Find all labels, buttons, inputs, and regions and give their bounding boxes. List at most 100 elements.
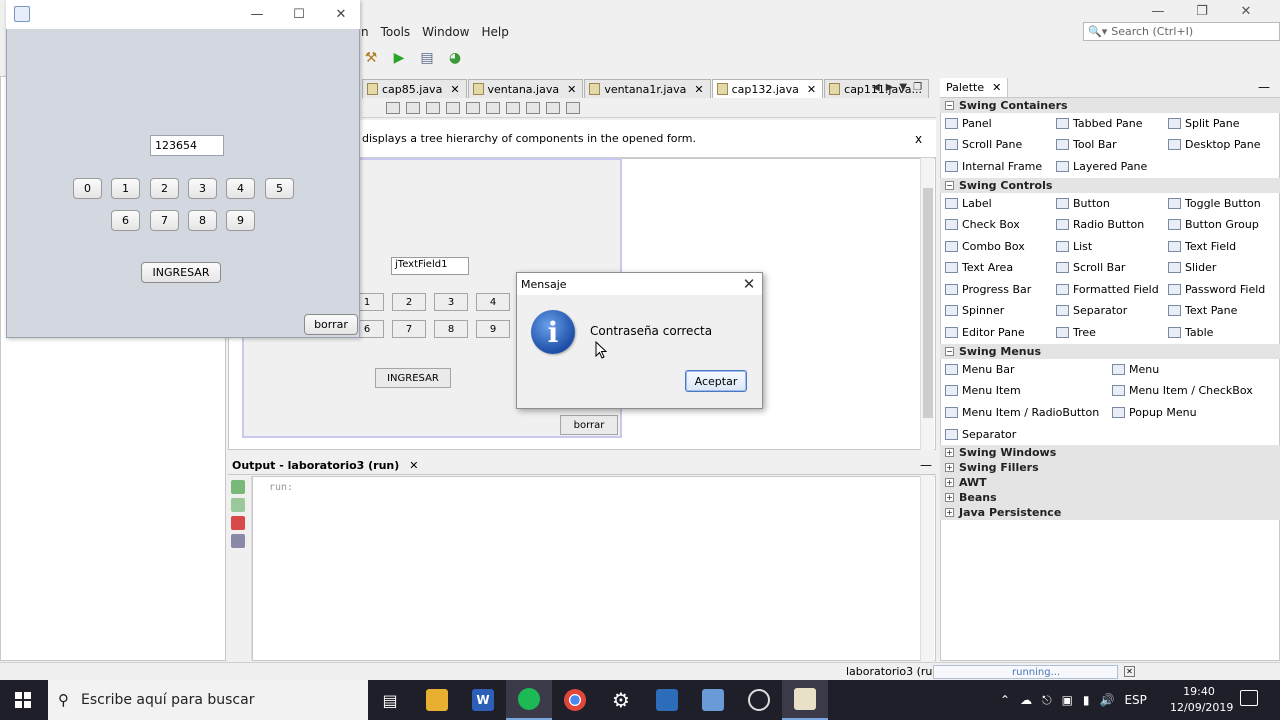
palette-item[interactable]: Text Area xyxy=(945,257,1013,277)
output-tab[interactable]: Output - laboratorio3 (run) ✕ xyxy=(228,456,936,475)
key-button-2[interactable]: 2 xyxy=(150,178,179,199)
password-field[interactable]: 123654 xyxy=(150,135,224,156)
chevron-up-icon[interactable]: ⌃ xyxy=(1000,693,1010,707)
palette-item[interactable]: Tree xyxy=(1056,322,1096,342)
settings-icon[interactable] xyxy=(231,534,245,548)
align-center-icon[interactable] xyxy=(486,101,500,114)
palette-item[interactable]: Separator xyxy=(945,424,1016,444)
palette-item[interactable]: Password Field xyxy=(1168,279,1265,299)
cancel-task-icon[interactable]: ✕ xyxy=(1124,666,1135,677)
taskbar-chrome[interactable] xyxy=(552,680,598,720)
align-bottom-icon[interactable] xyxy=(526,101,540,114)
taskbar-word[interactable]: W xyxy=(460,680,506,720)
palette-item[interactable]: Desktop Pane xyxy=(1168,134,1260,154)
design-ingresar-button[interactable]: INGRESAR xyxy=(375,368,451,388)
palette-item[interactable]: Tabbed Pane xyxy=(1056,113,1142,133)
palette-item[interactable]: Table xyxy=(1168,322,1213,342)
chevron-right-icon[interactable]: ▶ xyxy=(886,82,894,93)
palette-item[interactable]: Internal Frame xyxy=(945,156,1042,176)
design-button[interactable]: 3 xyxy=(434,293,468,311)
restore-icon[interactable]: ❐ xyxy=(1180,0,1224,22)
restore-icon[interactable]: ❐ xyxy=(913,82,922,93)
close-icon[interactable]: ✕ xyxy=(807,83,816,96)
minimize-icon[interactable]: — xyxy=(236,4,278,24)
palette-item[interactable]: Text Pane xyxy=(1168,300,1237,320)
palette-item[interactable]: List xyxy=(1056,236,1092,256)
volume-icon[interactable]: 🔊 xyxy=(1100,693,1115,707)
key-button-8[interactable]: 8 xyxy=(188,210,217,231)
palette-category-swing-controls[interactable]: − Swing Controls xyxy=(940,178,1280,193)
ingresar-button[interactable]: INGRESAR xyxy=(141,262,221,283)
key-button-0[interactable]: 0 xyxy=(73,178,102,199)
palette-item[interactable]: Menu Bar xyxy=(945,359,1015,379)
close-icon[interactable]: ✕ xyxy=(567,83,576,96)
palette-category-swing-menus[interactable]: − Swing Menus xyxy=(940,344,1280,359)
tab-ventana[interactable]: ventana.java ✕ xyxy=(467,79,584,98)
close-icon[interactable]: ✕ xyxy=(1224,0,1268,22)
palette-item[interactable]: Split Pane xyxy=(1168,113,1240,133)
language-indicator[interactable]: ESP xyxy=(1124,693,1146,707)
palette-category-java-persistence[interactable]: + Java Persistence xyxy=(940,505,1280,520)
chevron-left-icon[interactable]: ◀ xyxy=(872,82,880,93)
palette-category-awt[interactable]: + AWT xyxy=(940,475,1280,490)
palette-item[interactable]: Slider xyxy=(1168,257,1216,277)
minimize-icon[interactable]: — xyxy=(920,458,932,472)
palette-item[interactable]: Button xyxy=(1056,193,1110,213)
palette-item[interactable]: Menu xyxy=(1112,359,1159,379)
battery-icon[interactable]: ▮ xyxy=(1083,693,1090,707)
ide-search-box[interactable]: 🔍▾ Search (Ctrl+I) xyxy=(1083,22,1280,41)
close-icon[interactable]: ✕ xyxy=(409,459,418,472)
palette-item[interactable]: Tool Bar xyxy=(1056,134,1117,154)
design-scrollbar[interactable] xyxy=(920,158,934,450)
design-text-field[interactable]: jTextField1 xyxy=(391,257,469,275)
stop-icon[interactable] xyxy=(231,516,245,530)
notification-icon[interactable] xyxy=(1240,690,1258,706)
tab-cap85[interactable]: cap85.java ✕ xyxy=(362,79,467,98)
palette-item[interactable]: Combo Box xyxy=(945,236,1025,256)
palette-item[interactable]: Check Box xyxy=(945,214,1020,234)
palette-item[interactable]: Progress Bar xyxy=(945,279,1031,299)
palette-item[interactable]: Menu Item / RadioButton xyxy=(945,402,1099,422)
align-top-icon[interactable] xyxy=(506,101,520,114)
output-console[interactable]: run: xyxy=(252,476,936,661)
taskbar-search[interactable]: ⚲ Escribe aquí para buscar xyxy=(48,680,368,720)
palette-item[interactable]: Menu Item xyxy=(945,380,1021,400)
close-icon[interactable]: ✕ xyxy=(740,274,758,294)
palette-item[interactable]: Formatted Field xyxy=(1056,279,1159,299)
close-icon[interactable]: ✕ xyxy=(320,4,362,24)
start-button[interactable] xyxy=(0,680,46,720)
palette-item[interactable]: Scroll Bar xyxy=(1056,257,1125,277)
key-button-9[interactable]: 9 xyxy=(226,210,255,231)
design-button[interactable]: 2 xyxy=(392,293,426,311)
palette-item[interactable]: Separator xyxy=(1056,300,1127,320)
taskbar-settings[interactable]: ⚙ xyxy=(598,680,644,720)
usb-icon[interactable]: ⎋ xyxy=(1042,693,1052,708)
tab-ventana1r[interactable]: ventana1r.java ✕ xyxy=(584,79,711,98)
connection-mode-icon[interactable] xyxy=(406,101,420,114)
taskbar-clock[interactable]: 19:40 12/09/2019 xyxy=(1170,684,1233,716)
key-button-3[interactable]: 3 xyxy=(188,178,217,199)
taskbar-file-explorer[interactable] xyxy=(414,680,460,720)
close-icon[interactable]: ✕ xyxy=(450,83,459,96)
rerun-icon[interactable] xyxy=(231,480,245,494)
align-right-icon[interactable] xyxy=(466,101,480,114)
design-button[interactable]: 7 xyxy=(392,320,426,338)
menu-item-tools[interactable]: Tools xyxy=(380,25,412,39)
maximize-icon[interactable]: ☐ xyxy=(278,4,320,24)
run-icon[interactable]: ▶ xyxy=(390,49,408,67)
hint-close-button[interactable]: x xyxy=(915,132,922,146)
security-icon[interactable]: ▣ xyxy=(1062,693,1073,707)
palette-item[interactable]: Text Field xyxy=(1168,236,1236,256)
minimize-icon[interactable]: — xyxy=(1136,0,1180,22)
tab-cap132[interactable]: cap132.java ✕ xyxy=(711,79,824,98)
design-button[interactable]: 8 xyxy=(434,320,468,338)
palette-item[interactable]: Spinner xyxy=(945,300,1004,320)
close-icon[interactable]: ✕ xyxy=(992,81,1001,94)
profile-icon[interactable]: ◕ xyxy=(446,49,464,67)
align-left-icon[interactable] xyxy=(446,101,460,114)
palette-item[interactable]: Label xyxy=(945,193,992,213)
resize-horizontal-icon[interactable] xyxy=(546,101,560,114)
menu-item-window[interactable]: Window xyxy=(421,25,470,39)
build-icon[interactable]: ⚒ xyxy=(362,49,380,67)
palette-item[interactable]: Toggle Button xyxy=(1168,193,1261,213)
